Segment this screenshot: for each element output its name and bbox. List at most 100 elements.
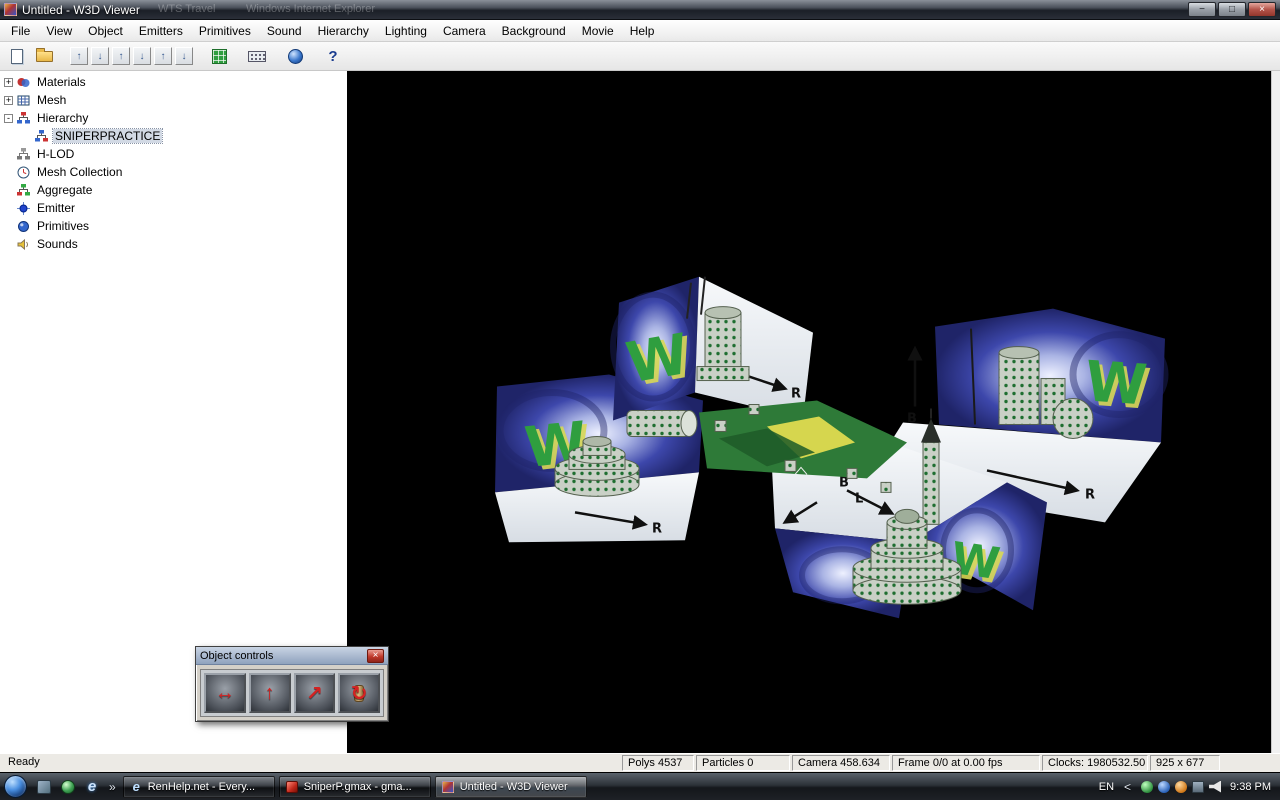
translate-diagonal-button[interactable]: ↗ bbox=[294, 673, 336, 713]
tree-item-label: Sounds bbox=[35, 237, 80, 251]
expander-icon[interactable]: + bbox=[4, 96, 13, 105]
media-orb-icon bbox=[61, 780, 75, 794]
tree-item-hlod[interactable]: H-LOD bbox=[0, 145, 347, 163]
object-controls-close-button[interactable]: × bbox=[367, 649, 384, 663]
viewport-3d[interactable]: W W R bbox=[347, 71, 1271, 753]
menu-primitives[interactable]: Primitives bbox=[191, 21, 259, 41]
menu-hierarchy[interactable]: Hierarchy bbox=[310, 21, 377, 41]
quick-launch-item[interactable] bbox=[57, 776, 79, 798]
menu-background[interactable]: Background bbox=[494, 21, 574, 41]
anim-control-4-button[interactable]: ↓ bbox=[133, 47, 151, 65]
expander-icon[interactable]: - bbox=[4, 114, 13, 123]
direction-letter: B bbox=[907, 411, 917, 426]
close-button[interactable]: × bbox=[1248, 2, 1276, 17]
tree-item-label: Emitter bbox=[35, 201, 77, 215]
tree-item-sounds[interactable]: Sounds bbox=[0, 235, 347, 253]
sounds-speaker-icon bbox=[16, 237, 31, 252]
hlod-icon bbox=[16, 147, 31, 162]
tree-item-primitives[interactable]: Primitives bbox=[0, 217, 347, 235]
anim-control-1-button[interactable]: ↑ bbox=[70, 47, 88, 65]
language-indicator[interactable]: EN bbox=[1099, 781, 1114, 793]
minimize-button[interactable]: − bbox=[1188, 2, 1216, 17]
render-options-button[interactable] bbox=[207, 45, 231, 68]
menu-object[interactable]: Object bbox=[80, 21, 131, 41]
quick-launch-item[interactable] bbox=[33, 776, 55, 798]
anim-control-5-button[interactable]: ↑ bbox=[154, 47, 172, 65]
diagonal-arrow-icon: ↗ bbox=[306, 681, 323, 706]
menu-sound[interactable]: Sound bbox=[259, 21, 310, 41]
tree-item-label: Mesh Collection bbox=[35, 165, 124, 179]
object-controls-titlebar[interactable]: Object controls × bbox=[196, 647, 388, 665]
render-grid-icon bbox=[212, 49, 227, 64]
menu-movie[interactable]: Movie bbox=[574, 21, 622, 41]
status-viewport-size: 925 x 677 bbox=[1150, 755, 1220, 771]
expander-icon[interactable]: + bbox=[4, 78, 13, 87]
tree-item-label-selected: SNIPERPRACTICE bbox=[53, 129, 162, 143]
background-object-button[interactable] bbox=[283, 45, 307, 68]
maximize-button[interactable]: □ bbox=[1218, 2, 1246, 17]
tray-app-icon[interactable] bbox=[1141, 781, 1153, 793]
quick-launch-icon bbox=[37, 780, 51, 794]
tray-app-icon[interactable] bbox=[1158, 781, 1170, 793]
rotate-object-button[interactable]: ↻ bbox=[338, 673, 380, 713]
start-button[interactable] bbox=[4, 775, 27, 798]
menu-file[interactable]: File bbox=[3, 21, 38, 41]
status-bar: Ready Polys 4537 Particles 0 Camera 458.… bbox=[0, 753, 1280, 772]
windows-taskbar: e » e RenHelp.net - Every... SniperP.gma… bbox=[0, 772, 1280, 800]
clock[interactable]: 9:38 PM bbox=[1230, 781, 1271, 793]
texture-logo-w: W bbox=[622, 322, 694, 397]
menu-emitters[interactable]: Emitters bbox=[131, 21, 191, 41]
internet-explorer-icon: e bbox=[88, 778, 96, 795]
status-ready: Ready bbox=[0, 755, 620, 771]
quick-launch-item[interactable]: e bbox=[81, 776, 103, 798]
background-sphere-icon bbox=[288, 49, 303, 64]
menu-view[interactable]: View bbox=[38, 21, 80, 41]
tree-item-mesh[interactable]: + Mesh bbox=[0, 91, 347, 109]
menu-bar: File View Object Emitters Primitives Sou… bbox=[0, 20, 1280, 42]
quick-launch-overflow-chevron[interactable]: » bbox=[109, 780, 116, 794]
open-file-button[interactable] bbox=[32, 45, 56, 68]
object-controls-dialog[interactable]: Object controls × ↔ ↑ ↗ ↻ bbox=[195, 646, 389, 722]
w3d-viewer-icon bbox=[442, 781, 454, 793]
tray-chevron[interactable]: < bbox=[1124, 780, 1131, 794]
tree-item-materials[interactable]: + Materials bbox=[0, 73, 347, 91]
help-button[interactable]: ? bbox=[321, 45, 345, 68]
texture-logo-w: W bbox=[1083, 349, 1149, 418]
menu-camera[interactable]: Camera bbox=[435, 21, 494, 41]
materials-icon bbox=[16, 75, 31, 90]
volume-icon[interactable] bbox=[1209, 781, 1221, 793]
new-file-button[interactable] bbox=[5, 45, 29, 68]
anim-control-2-button[interactable]: ↓ bbox=[91, 47, 109, 65]
anim-control-6-button[interactable]: ↓ bbox=[175, 47, 193, 65]
status-filler bbox=[1220, 755, 1278, 771]
display-icon[interactable] bbox=[1192, 781, 1204, 793]
tree-item-aggregate[interactable]: Aggregate bbox=[0, 181, 347, 199]
tree-item-mesh-collection[interactable]: Mesh Collection bbox=[0, 163, 347, 181]
input-controls-button[interactable] bbox=[245, 45, 269, 68]
viewport-3d-scene[interactable]: W W R bbox=[347, 71, 1271, 753]
tree-item-label: Mesh bbox=[35, 93, 68, 107]
taskbar-button-w3d-viewer[interactable]: Untitled - W3D Viewer bbox=[435, 776, 587, 798]
tree-item-emitter[interactable]: Emitter bbox=[0, 199, 347, 217]
tray-app-icon[interactable] bbox=[1175, 781, 1187, 793]
rotate-arrow-icon: ↻ bbox=[351, 681, 368, 706]
taskbar-button-gmax[interactable]: SniperP.gmax - gma... bbox=[279, 776, 431, 798]
hierarchy-icon bbox=[16, 111, 31, 126]
tree-item-sniperpractice[interactable]: SNIPERPRACTICE bbox=[0, 127, 347, 145]
menu-lighting[interactable]: Lighting bbox=[377, 21, 435, 41]
translate-horizontal-button[interactable]: ↔ bbox=[204, 673, 246, 713]
tree-item-hierarchy[interactable]: - Hierarchy bbox=[0, 109, 347, 127]
status-polys: Polys 4537 bbox=[622, 755, 694, 771]
menu-help[interactable]: Help bbox=[622, 21, 663, 41]
background-window-title-fragment: WTS Travel bbox=[158, 3, 215, 15]
anim-control-3-button[interactable]: ↑ bbox=[112, 47, 130, 65]
translate-vertical-button[interactable]: ↑ bbox=[249, 673, 291, 713]
gmax-icon bbox=[286, 781, 298, 793]
taskbar-button-renhelp[interactable]: e RenHelp.net - Every... bbox=[123, 776, 275, 798]
tower-top bbox=[697, 307, 749, 381]
open-folder-icon bbox=[36, 51, 53, 62]
tree-item-label: Aggregate bbox=[35, 183, 94, 197]
up-arrow-icon: ↑ bbox=[265, 682, 275, 705]
main-area: + Materials + Mesh - Hierarchy SNIPERPRA… bbox=[0, 71, 1280, 753]
model-icon bbox=[34, 129, 49, 144]
